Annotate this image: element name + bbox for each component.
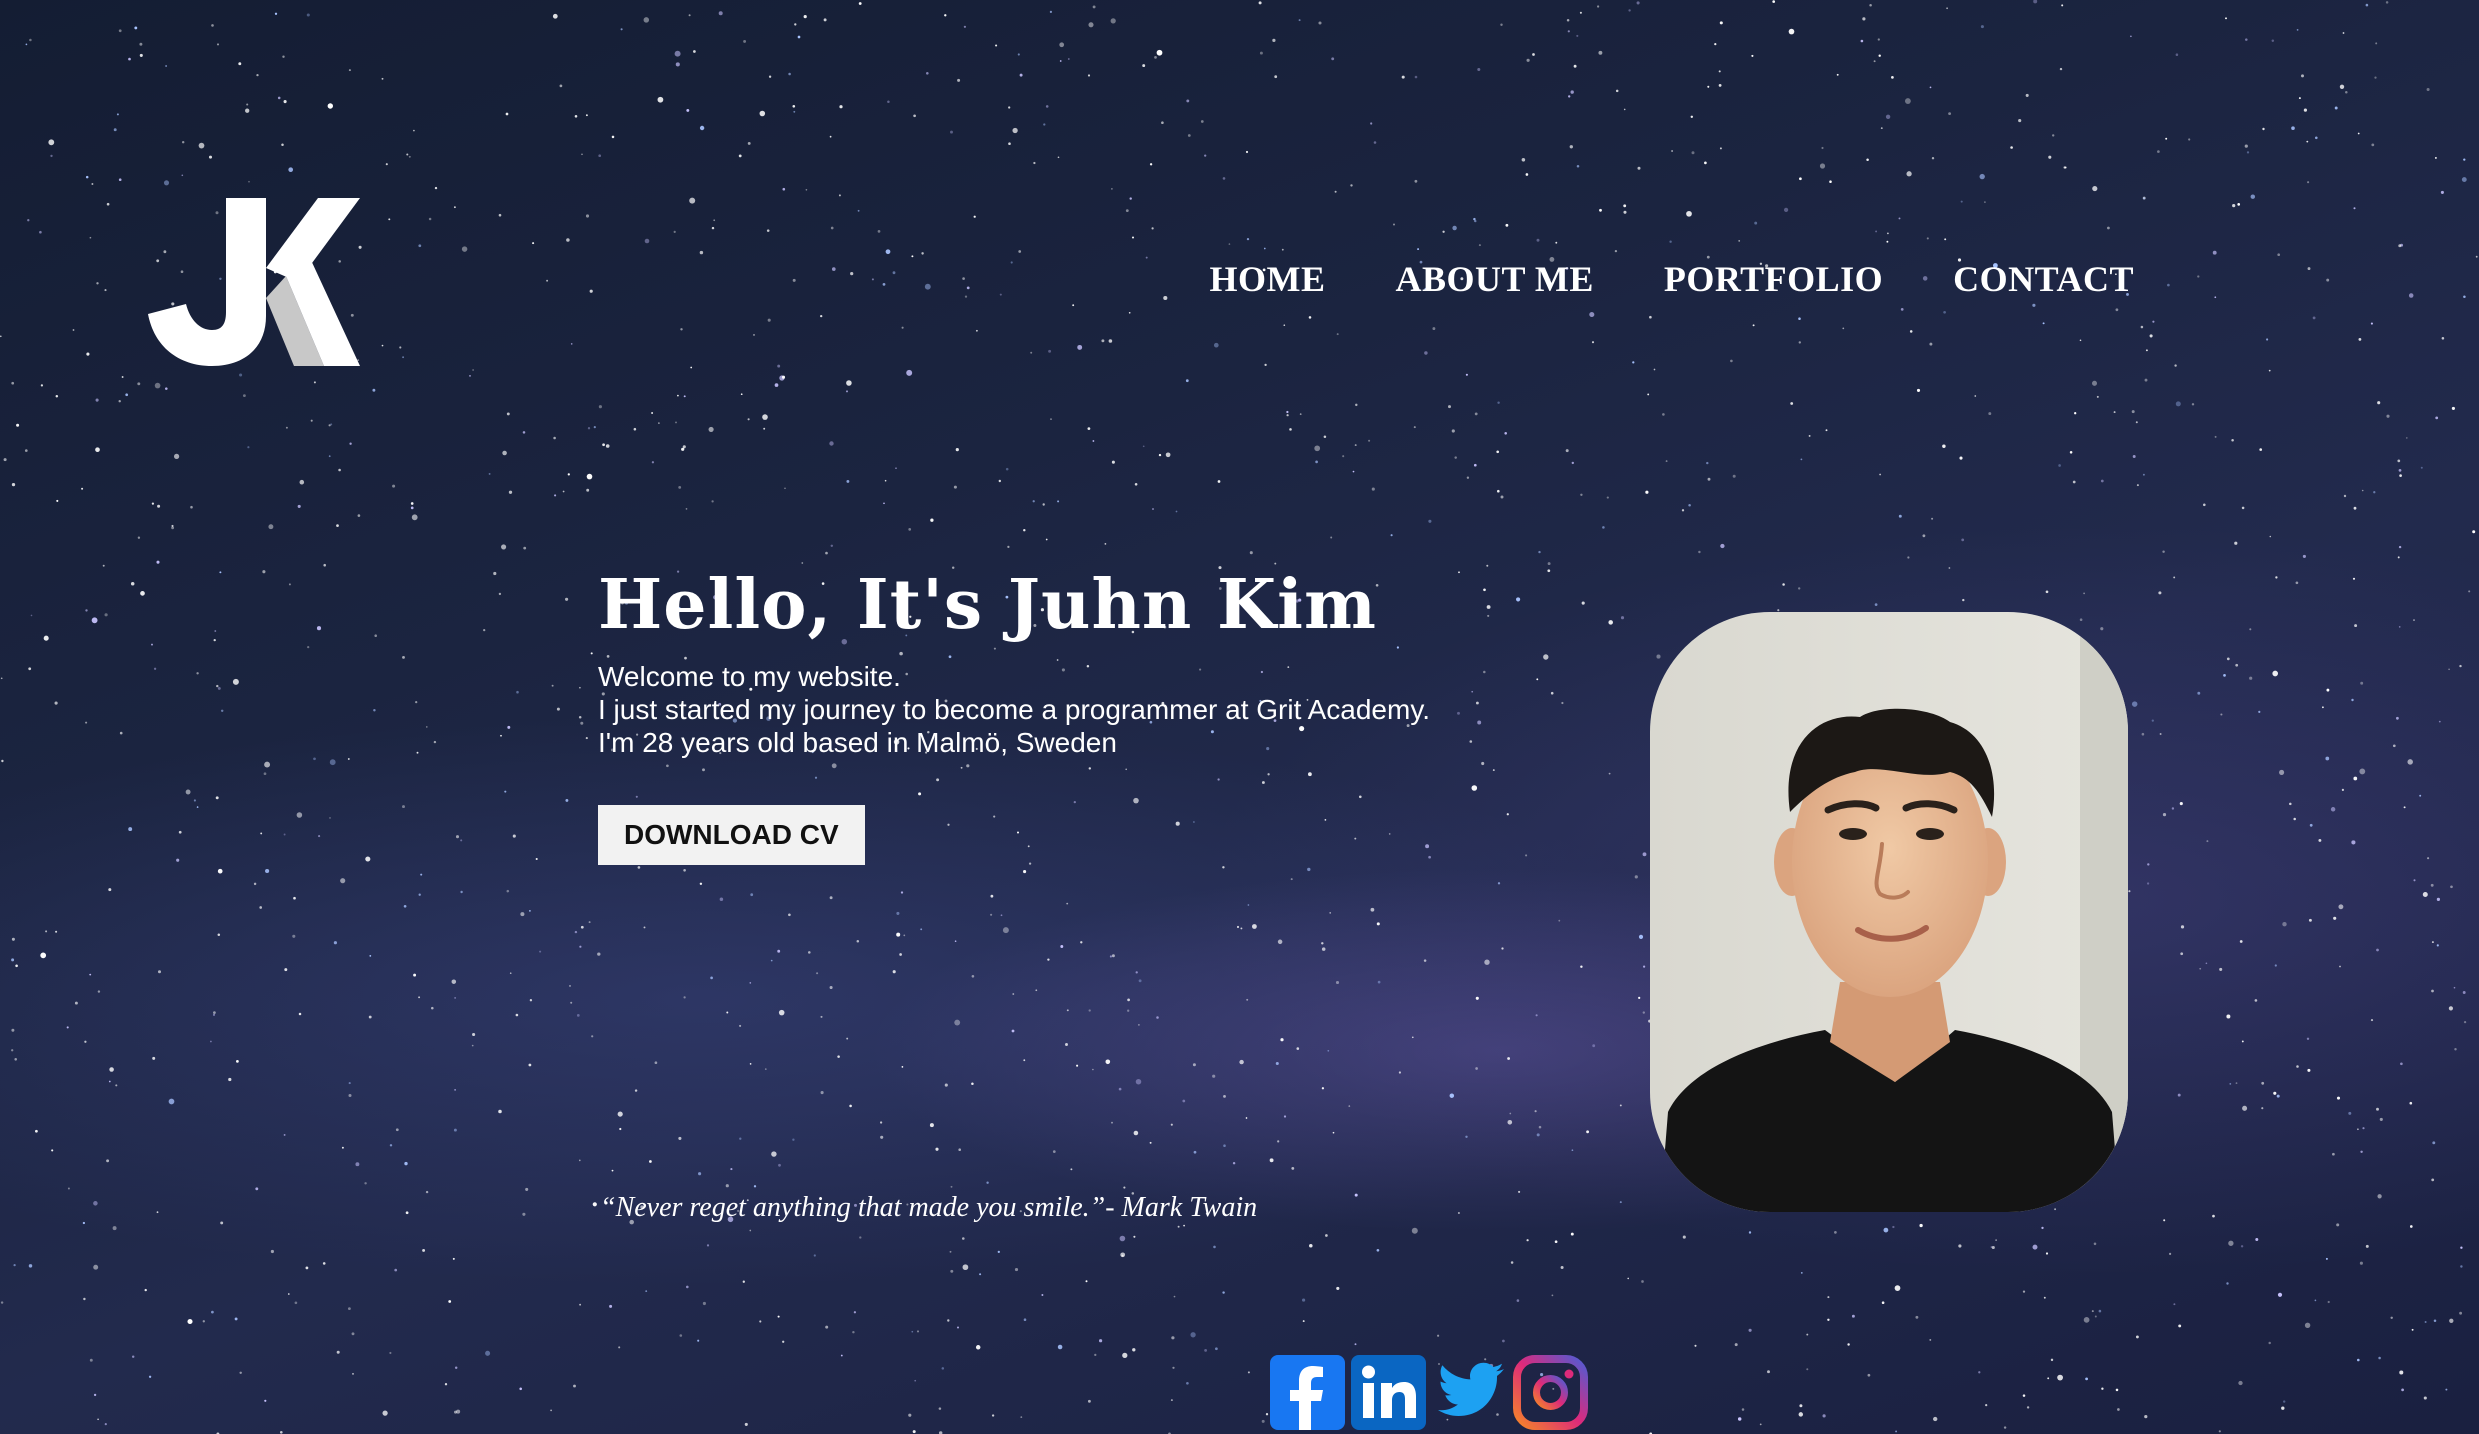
hero-title: Hello, It's Juhn Kim — [598, 565, 1377, 645]
intro-line-location: I'm 28 years old based in Malmö, Sweden — [598, 727, 1117, 758]
intro-line-welcome: Welcome to my website. — [598, 661, 901, 692]
main-nav: HOME ABOUT ME PORTFOLIO CONTACT — [1210, 258, 2135, 300]
jk-logo[interactable] — [148, 198, 360, 366]
intro-line-journey: I just started my journey to become a pr… — [598, 694, 1431, 725]
profile-photo — [1650, 612, 2128, 1212]
twitter-icon[interactable] — [1432, 1355, 1507, 1430]
download-cv-button[interactable]: DOWNLOAD CV — [598, 805, 865, 865]
nav-portfolio[interactable]: PORTFOLIO — [1664, 258, 1883, 300]
hero-intro: Welcome to my website. I just started my… — [598, 660, 1430, 759]
social-links — [1270, 1355, 1588, 1430]
hero-section: Hello, It's Juhn Kim Welcome to my websi… — [598, 560, 1430, 865]
facebook-icon[interactable] — [1270, 1355, 1345, 1430]
nav-about-me[interactable]: ABOUT ME — [1396, 258, 1594, 300]
linkedin-icon[interactable] — [1351, 1355, 1426, 1430]
nav-contact[interactable]: CONTACT — [1953, 258, 2134, 300]
quote-text: “Never reget anything that made you smil… — [600, 1192, 1258, 1223]
nav-home[interactable]: HOME — [1210, 258, 1326, 300]
instagram-icon[interactable] — [1513, 1355, 1588, 1430]
